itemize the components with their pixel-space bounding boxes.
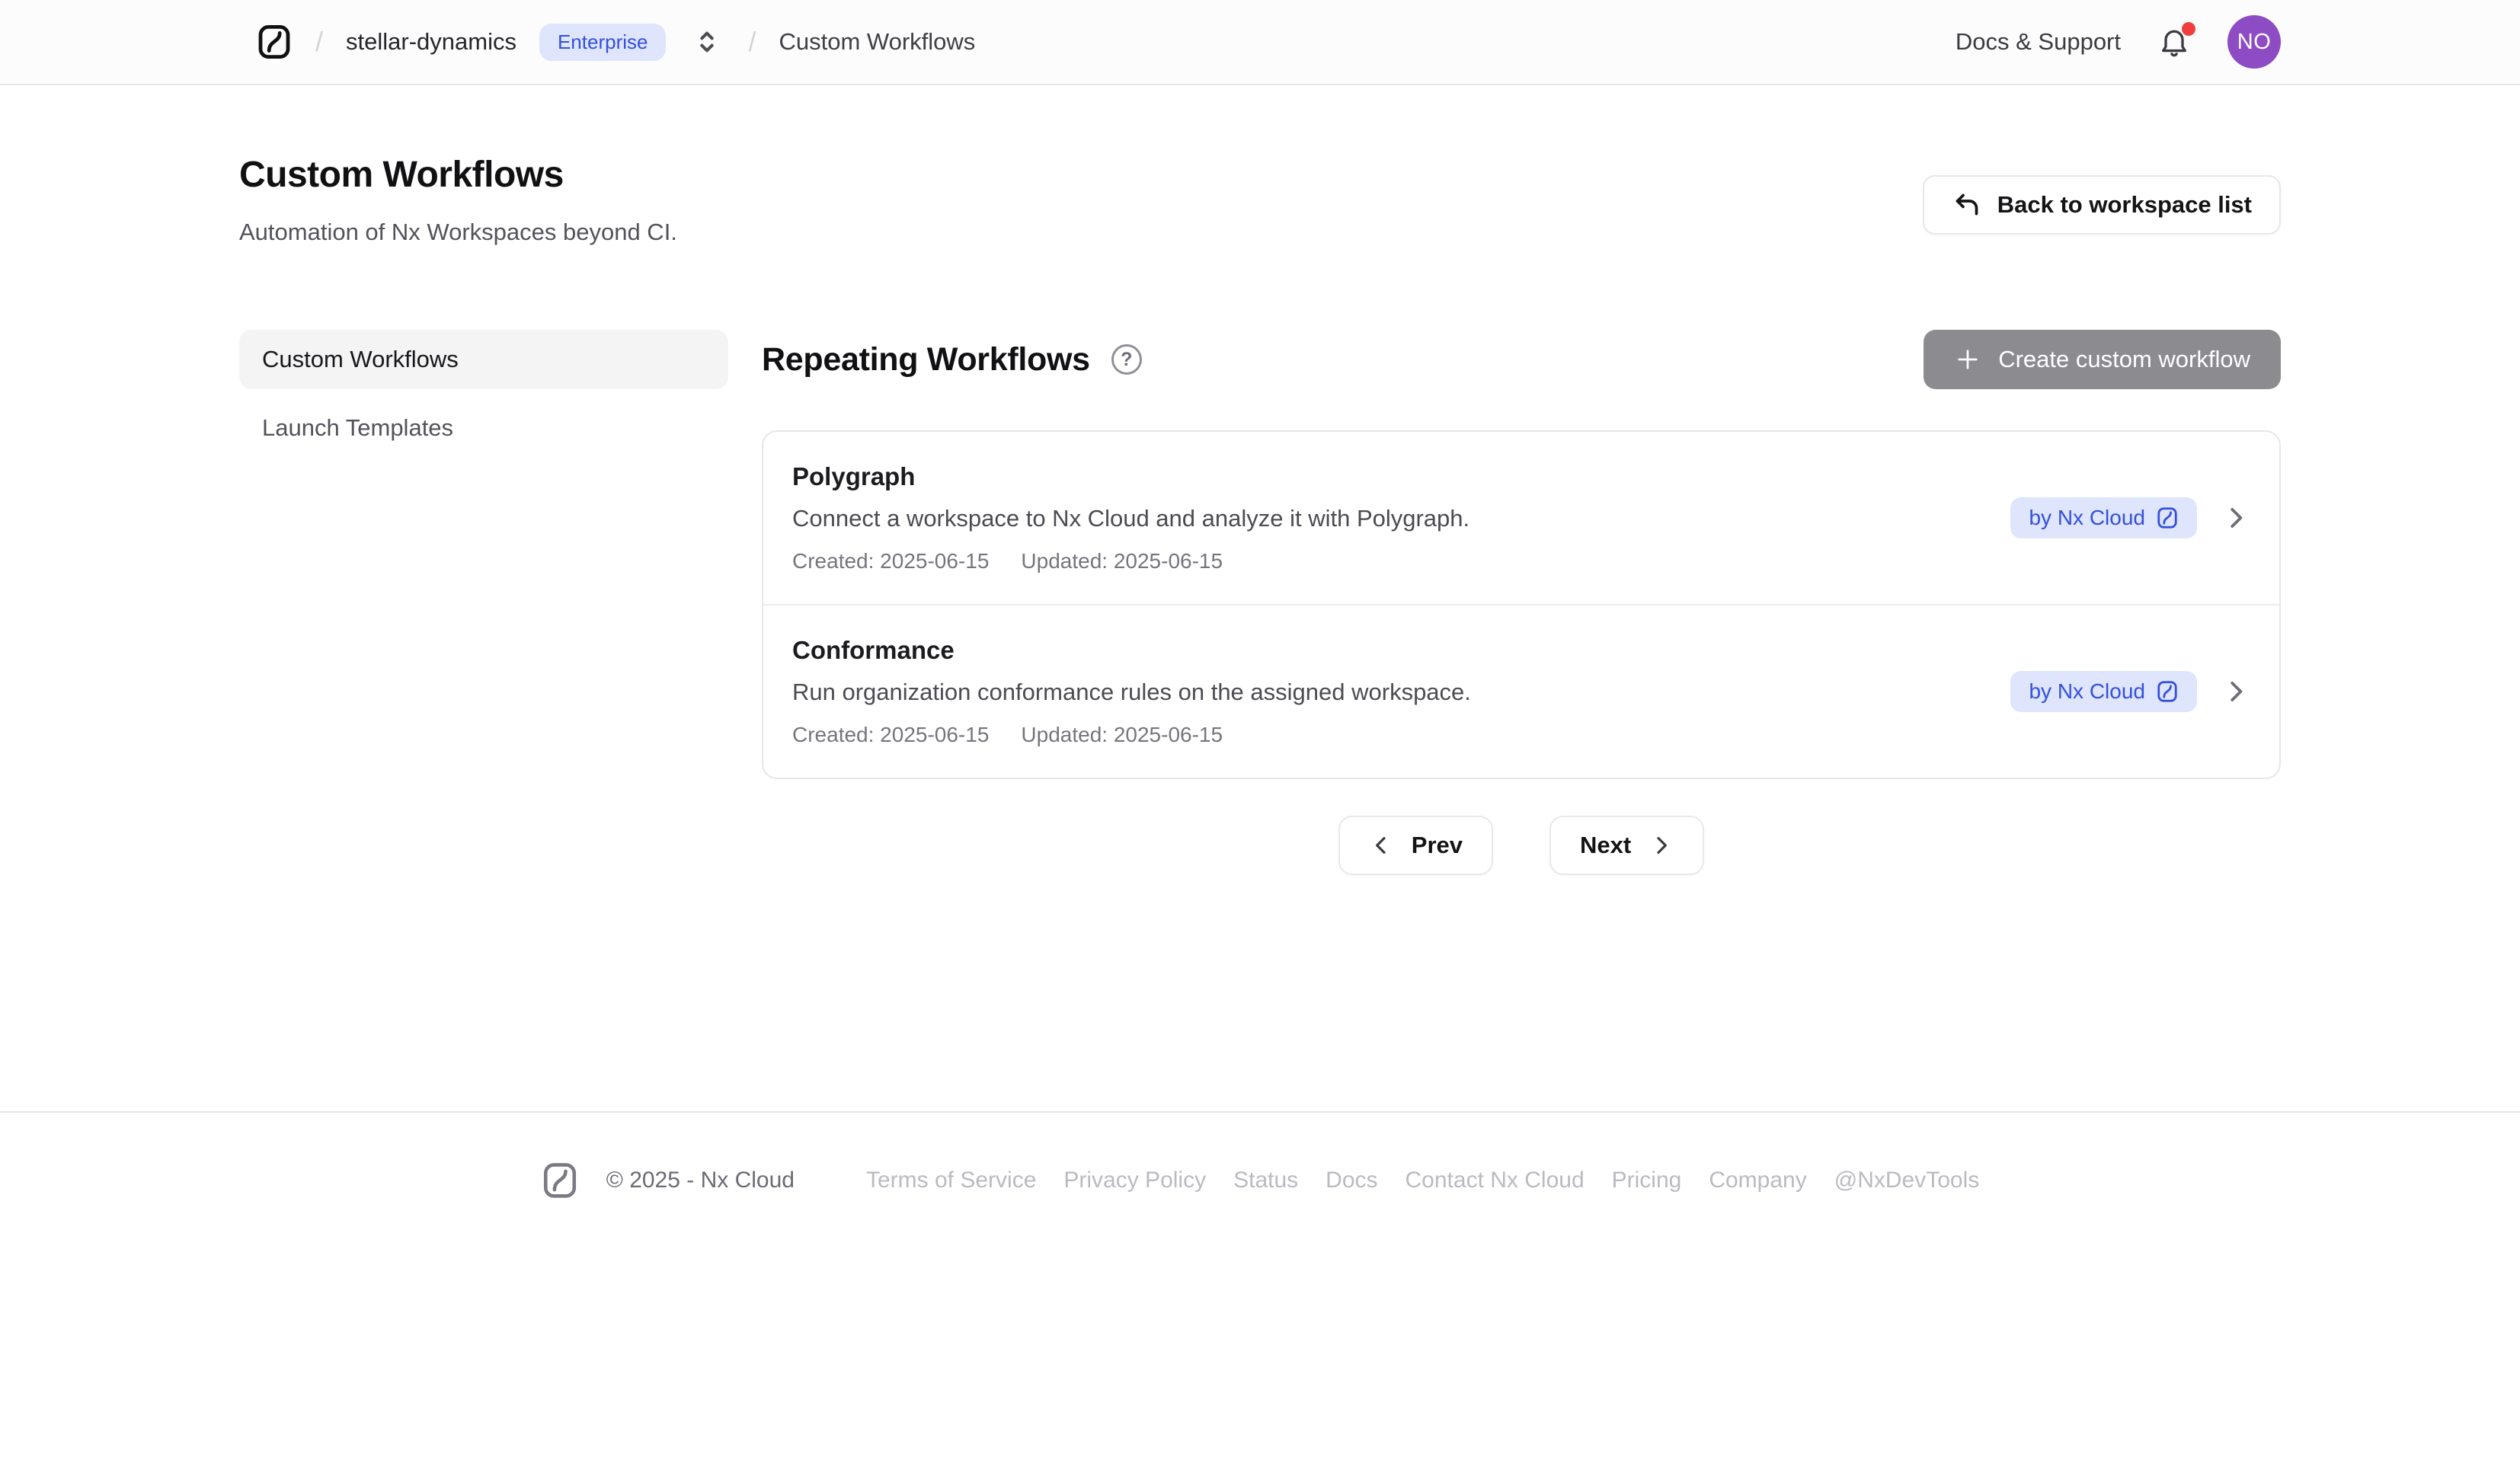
footer-link-docs[interactable]: Docs (1326, 1168, 1377, 1193)
footer-link-pricing[interactable]: Pricing (1612, 1168, 1682, 1193)
nx-logo-icon (541, 1161, 579, 1199)
nav-actions: Docs & Support NO (1956, 15, 2281, 69)
prev-label: Prev (1412, 832, 1463, 859)
pagination: Prev Next (762, 816, 2281, 875)
footer-link-status[interactable]: Status (1233, 1168, 1298, 1193)
workflow-row-right: by Nx Cloud (2010, 497, 2250, 538)
workflow-description: Connect a workspace to Nx Cloud and anal… (792, 505, 2010, 532)
footer-link-nxdevtools[interactable]: @NxDevTools (1834, 1168, 1980, 1193)
notifications-button[interactable] (2157, 25, 2191, 59)
docs-support-link[interactable]: Docs & Support (1956, 28, 2121, 56)
breadcrumb-current-page: Custom Workflows (779, 28, 975, 56)
create-button-label: Create custom workflow (1998, 346, 2250, 373)
settings-sidebar: Custom Workflows Launch Templates (239, 330, 728, 875)
workflow-name: Conformance (792, 636, 2010, 665)
top-nav: / stellar-dynamics Enterprise / Custom W… (0, 0, 2520, 85)
workflow-name: Polygraph (792, 462, 2010, 491)
chevron-right-icon (2221, 503, 2250, 532)
breadcrumb-workspace[interactable]: stellar-dynamics (346, 28, 516, 56)
breadcrumb-separator: / (748, 26, 756, 58)
workflow-description: Run organization conformance rules on th… (792, 679, 2010, 706)
back-button-label: Back to workspace list (1997, 191, 2252, 219)
footer-link-privacy[interactable]: Privacy Policy (1063, 1168, 1206, 1193)
sidebar-item-custom-workflows[interactable]: Custom Workflows (239, 330, 728, 389)
chevron-right-icon (2221, 677, 2250, 706)
sidebar-item-launch-templates[interactable]: Launch Templates (239, 398, 728, 458)
workflow-row-polygraph[interactable]: Polygraph Connect a workspace to Nx Clou… (763, 432, 2279, 604)
footer-link-company[interactable]: Company (1709, 1168, 1806, 1193)
create-custom-workflow-button[interactable]: Create custom workflow (1924, 330, 2281, 389)
footer-link-contact[interactable]: Contact Nx Cloud (1406, 1168, 1585, 1193)
corner-up-left-icon (1952, 190, 1982, 220)
section-title: Repeating Workflows (762, 341, 1090, 379)
nx-logo-icon (2156, 506, 2179, 529)
by-nx-cloud-badge: by Nx Cloud (2010, 671, 2197, 712)
workflow-created: Created: 2025-06-15 (792, 723, 989, 747)
workspace-switcher-icon[interactable] (689, 24, 725, 60)
chevron-left-icon (1369, 833, 1393, 858)
page-content: Custom Workflows Automation of Nx Worksp… (239, 85, 2281, 1111)
copyright: © 2025 - Nx Cloud (606, 1168, 795, 1193)
next-label: Next (1580, 832, 1631, 859)
breadcrumb-separator: / (315, 26, 323, 58)
workflow-updated: Updated: 2025-06-15 (1021, 723, 1223, 747)
workflow-row-conformance[interactable]: Conformance Run organization conformance… (763, 604, 2279, 778)
next-page-button[interactable]: Next (1549, 816, 1704, 875)
workflow-created: Created: 2025-06-15 (792, 549, 989, 573)
workflow-row-right: by Nx Cloud (2010, 671, 2250, 712)
badge-label: by Nx Cloud (2029, 679, 2145, 704)
workflow-updated: Updated: 2025-06-15 (1021, 549, 1223, 573)
prev-page-button[interactable]: Prev (1338, 816, 1493, 875)
plan-badge: Enterprise (539, 24, 667, 61)
workflow-meta: Created: 2025-06-15 Updated: 2025-06-15 (792, 549, 2010, 573)
nx-logo-icon (2156, 680, 2179, 703)
workflow-info: Polygraph Connect a workspace to Nx Clou… (792, 462, 2010, 573)
page-subtitle: Automation of Nx Workspaces beyond CI. (239, 219, 677, 246)
plus-icon (1954, 346, 1981, 373)
by-nx-cloud-badge: by Nx Cloud (2010, 497, 2197, 538)
workflow-meta: Created: 2025-06-15 Updated: 2025-06-15 (792, 723, 2010, 747)
workflows-list: Polygraph Connect a workspace to Nx Clou… (762, 430, 2281, 779)
page-title-block: Custom Workflows Automation of Nx Worksp… (239, 154, 677, 246)
notification-dot (2182, 22, 2195, 36)
breadcrumb: / stellar-dynamics Enterprise / Custom W… (256, 24, 975, 61)
page-title: Custom Workflows (239, 154, 677, 196)
back-to-workspace-list-button[interactable]: Back to workspace list (1923, 175, 2281, 235)
workflow-info: Conformance Run organization conformance… (792, 636, 2010, 747)
avatar[interactable]: NO (2227, 15, 2281, 69)
footer-link-terms[interactable]: Terms of Service (866, 1168, 1036, 1193)
site-footer: © 2025 - Nx Cloud Terms of Service Priva… (0, 1111, 2520, 1260)
chevron-right-icon (1649, 833, 1674, 858)
help-icon[interactable]: ? (1111, 344, 1142, 375)
badge-label: by Nx Cloud (2029, 506, 2145, 530)
nx-logo-icon[interactable] (256, 24, 293, 60)
repeating-workflows-section: Repeating Workflows ? Create custom work… (762, 330, 2281, 875)
